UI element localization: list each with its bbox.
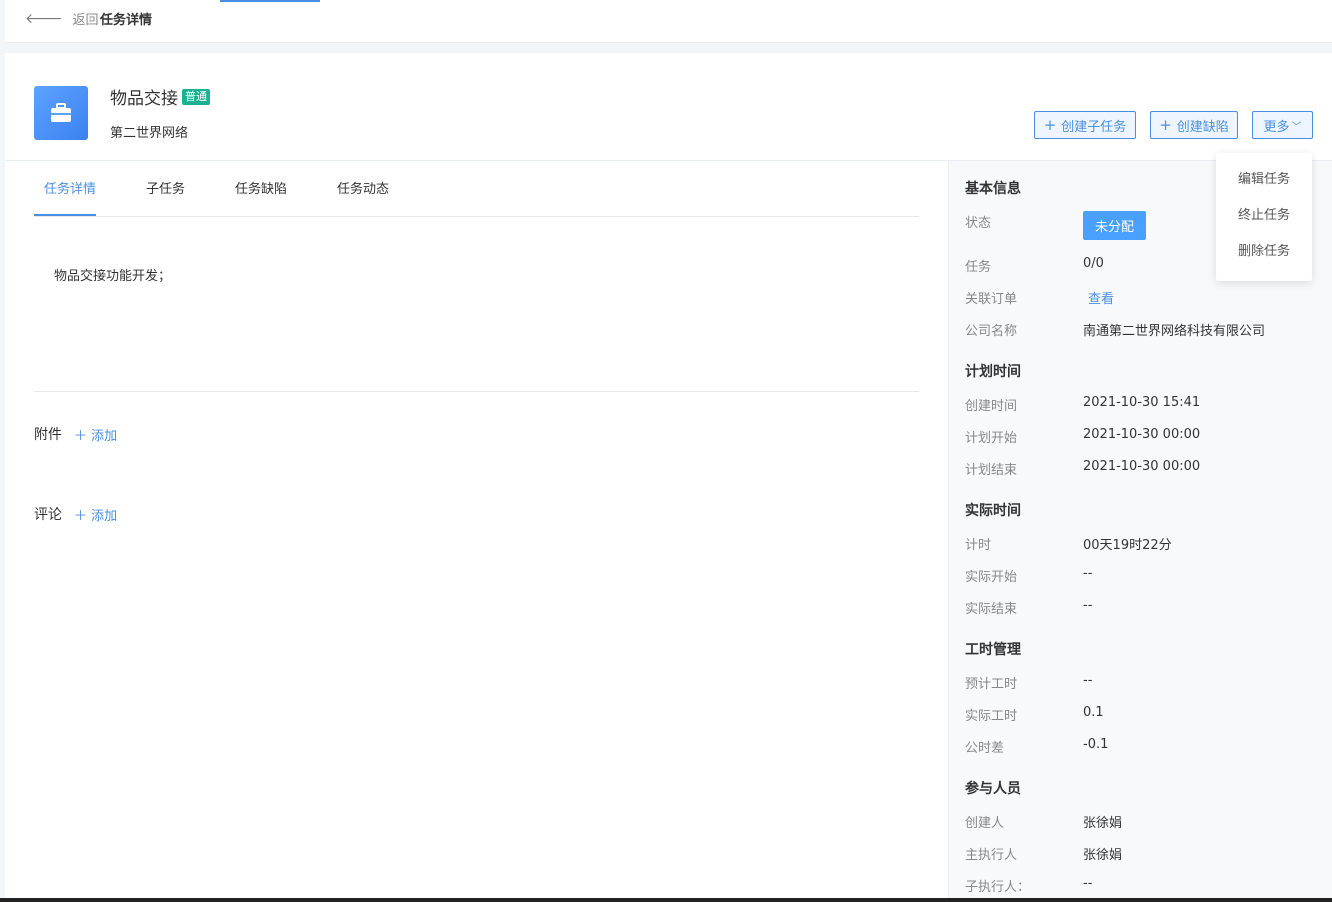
plan-end-value: 2021-10-30 00:00 (1083, 459, 1201, 474)
view-order-link[interactable]: 查看 (1088, 288, 1114, 307)
more-menu: 编辑任务 终止任务 删除任务 (1216, 153, 1312, 281)
menu-item-delete[interactable]: 删除任务 (1216, 234, 1312, 270)
more-label: 更多 (1263, 119, 1290, 135)
active-tab-indicator (34, 214, 96, 216)
chevron-down-icon: ﹀ (1291, 121, 1302, 133)
timer-value: 00天19时22分 (1083, 538, 1172, 553)
window-bottom-edge (0, 898, 1332, 902)
create-defect-button[interactable]: + 创建缺陷 (1150, 111, 1238, 139)
company-label: 公司名称 (965, 324, 1018, 339)
actual-start-value: -- (1083, 566, 1093, 581)
briefcase-icon (34, 86, 88, 140)
create-subtask-button[interactable]: + 创建子任务 (1034, 111, 1136, 139)
created-time-value: 2021-10-30 15:41 (1083, 395, 1201, 410)
add-comment-button[interactable]: ＋ 添加 (74, 505, 117, 524)
task-description: 物品交接功能开发； (54, 269, 172, 284)
company-value: 南通第二世界网络科技有限公司 (1083, 324, 1266, 339)
actual-start-label: 实际开始 (965, 570, 1018, 585)
divider (34, 391, 919, 392)
tab-task-details[interactable]: 任务详情 (44, 178, 96, 197)
hours-heading: 工时管理 (965, 642, 1021, 658)
estimated-hours-label: 预计工时 (965, 677, 1018, 692)
back-button[interactable]: 🡐 返回 (25, 9, 99, 28)
owner-label: 主执行人 (965, 848, 1018, 863)
status-badge[interactable]: 未分配 (1083, 211, 1146, 240)
plus-icon: + (1159, 116, 1172, 134)
menu-item-edit[interactable]: 编辑任务 (1216, 162, 1312, 198)
plus-icon: + (1043, 116, 1057, 134)
plan-start-value: 2021-10-30 00:00 (1083, 427, 1201, 442)
project-name: 第二世界网络 (110, 126, 189, 141)
task-card: 物品交接 普通 第二世界网络 + 创建子任务 + 创建缺陷 更多 ﹀ 编辑任务 … (5, 53, 1332, 902)
tab-subtasks[interactable]: 子任务 (146, 178, 185, 197)
timer-label: 计时 (965, 538, 992, 553)
plus-icon: ＋ (74, 428, 92, 444)
top-accent-bar (220, 0, 320, 2)
sub-executor-value: -- (1083, 876, 1093, 891)
task-title: 物品交接 (110, 89, 178, 109)
task-count-label: 任务 (965, 260, 992, 275)
plan-end-label: 计划结束 (965, 463, 1018, 478)
attachments-label: 附件 (34, 427, 62, 443)
create-defect-label: 创建缺陷 (1176, 119, 1229, 135)
more-button[interactable]: 更多 ﹀ (1252, 111, 1313, 139)
tab-bar: 任务详情 子任务 任务缺陷 任务动态 (34, 161, 919, 217)
attachments-section: 附件 ＋ 添加 (34, 424, 117, 444)
task-title-row: 物品交接 普通 (110, 84, 210, 109)
plan-time-heading: 计划时间 (965, 364, 1021, 380)
participants-heading: 参与人员 (965, 781, 1021, 797)
tab-activity[interactable]: 任务动态 (337, 178, 389, 197)
comments-label: 评论 (34, 507, 62, 523)
hours-diff-label: 公时差 (965, 741, 1005, 756)
main-panel: 任务详情 子任务 任务缺陷 任务动态 物品交接功能开发； 附件 ＋ 添加 评论 … (34, 161, 919, 524)
top-bar: 🡐 返回 任务详情 (5, 0, 1332, 43)
priority-badge: 普通 (182, 88, 210, 105)
breadcrumb-separator (89, 12, 90, 24)
arrow-left-icon: 🡐 (25, 11, 63, 27)
add-attachment-button[interactable]: ＋ 添加 (74, 425, 117, 444)
creator-value: 张徐娟 (1083, 816, 1123, 831)
comments-section: 评论 ＋ 添加 (34, 504, 117, 524)
actual-hours-value: 0.1 (1083, 705, 1104, 720)
estimated-hours-value: -- (1083, 673, 1093, 688)
basic-info-heading: 基本信息 (965, 181, 1021, 197)
created-time-label: 创建时间 (965, 399, 1018, 414)
actual-hours-label: 实际工时 (965, 709, 1018, 724)
breadcrumb: 任务详情 (100, 13, 153, 28)
related-order-label: 关联订单 (965, 292, 1018, 307)
add-comment-label: 添加 (91, 508, 118, 524)
plan-start-label: 计划开始 (965, 431, 1018, 446)
add-attachment-label: 添加 (91, 428, 118, 444)
create-subtask-label: 创建子任务 (1061, 119, 1127, 135)
actual-end-label: 实际结束 (965, 602, 1018, 617)
back-label: 返回 (72, 13, 99, 28)
menu-item-terminate[interactable]: 终止任务 (1216, 198, 1312, 234)
task-header: 物品交接 普通 第二世界网络 + 创建子任务 + 创建缺陷 更多 ﹀ (5, 53, 1332, 161)
creator-label: 创建人 (965, 816, 1005, 831)
plus-icon: ＋ (74, 508, 92, 524)
actual-end-value: -- (1083, 598, 1093, 613)
actual-time-heading: 实际时间 (965, 503, 1021, 519)
status-label: 状态 (965, 216, 992, 231)
hours-diff-value: -0.1 (1083, 737, 1109, 752)
sub-executor-label: 子执行人： (965, 880, 1031, 895)
owner-value: 张徐娟 (1083, 848, 1123, 863)
tab-defects[interactable]: 任务缺陷 (235, 178, 287, 197)
task-count-value: 0/0 (1083, 256, 1104, 271)
